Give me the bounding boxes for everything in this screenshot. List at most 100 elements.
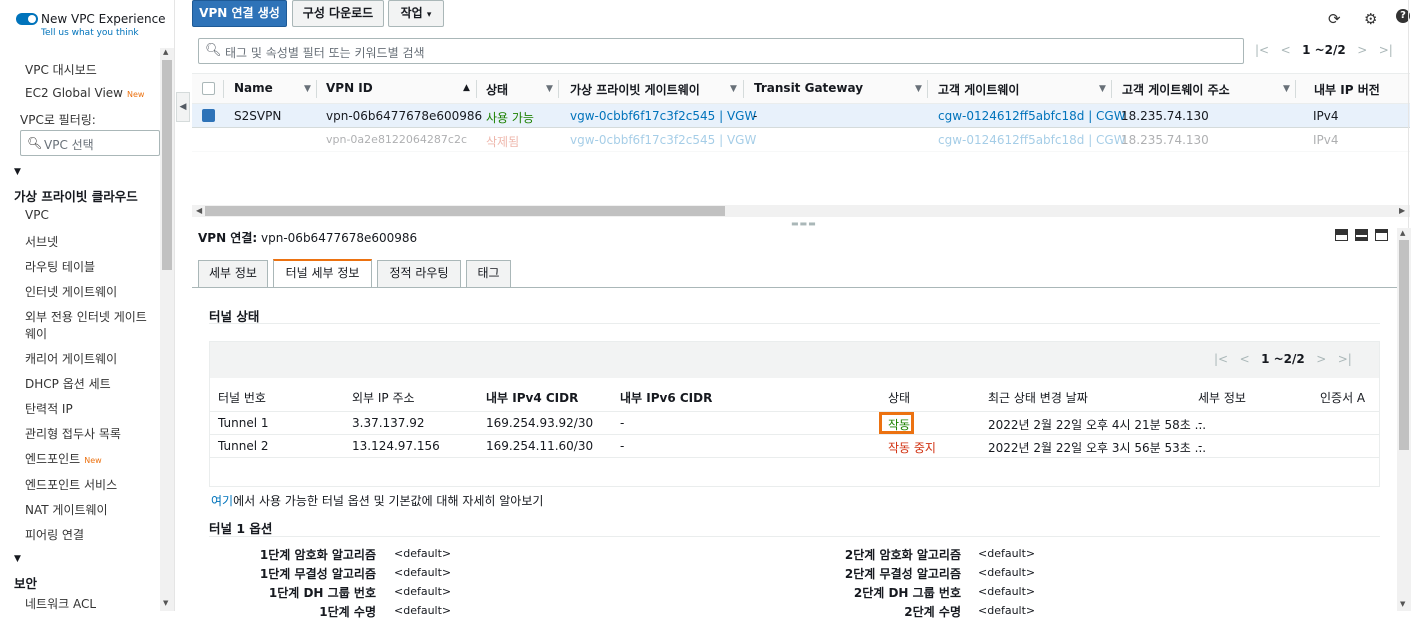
row-cgw-link[interactable]: cgw-0124612ff5abfc18d | CGW bbox=[938, 109, 1126, 123]
experience-feedback-link[interactable]: Tell us what you think bbox=[41, 28, 139, 38]
sidebar-item-egress-igw[interactable]: 외부 전용 인터넷 게이트 bbox=[25, 308, 147, 325]
col-cgw-address-sort-icon[interactable]: ▼ bbox=[1283, 84, 1290, 94]
col-status[interactable]: 상태 bbox=[888, 389, 910, 406]
sidebar-item-nat-gateways[interactable]: NAT 게이트웨이 bbox=[25, 501, 108, 518]
search-input[interactable]: 🔍︎ 태그 및 속성별 필터 또는 키워드별 검색 bbox=[198, 38, 1244, 64]
detail-scroll-thumb[interactable] bbox=[1399, 240, 1409, 450]
sidebar-item-route-tables[interactable]: 라우팅 테이블 bbox=[25, 258, 95, 275]
sidebar-item-carrier-gateways[interactable]: 캐리어 게이트웨이 bbox=[25, 350, 117, 367]
col-cgw-sort-icon[interactable]: ▼ bbox=[1099, 84, 1106, 94]
scroll-down-icon[interactable]: ▼ bbox=[1400, 600, 1405, 608]
prev-page-icon[interactable]: < bbox=[1240, 352, 1250, 366]
col-vpn-id[interactable]: VPN ID bbox=[326, 81, 373, 95]
row-vgw-link[interactable]: vgw-0cbbf6f17c3f2c545 | VGW bbox=[570, 109, 756, 123]
download-config-button[interactable]: 구성 다운로드 bbox=[292, 0, 384, 27]
layout-bottom-icon[interactable] bbox=[1335, 229, 1348, 241]
tab-tags[interactable]: 태그 bbox=[466, 260, 511, 287]
table-row[interactable]: vpn-0a2e8122064287c2c 삭제됨 vgw-0cbbf6f17c… bbox=[192, 128, 1410, 152]
col-tgw-sort-icon[interactable]: ▼ bbox=[915, 84, 922, 94]
sidebar-section-vpc[interactable]: 가상 프라이빗 클라우드 bbox=[14, 186, 138, 205]
sidebar-scroll-thumb[interactable] bbox=[162, 60, 172, 270]
col-cgw[interactable]: 고객 게이트웨이 bbox=[938, 81, 1019, 98]
col-name[interactable]: Name bbox=[234, 81, 273, 95]
first-page-icon[interactable]: |< bbox=[1255, 43, 1269, 57]
row-ip-version: IPv4 bbox=[1313, 109, 1339, 123]
sidebar-item-dhcp-options[interactable]: DHCP 옵션 세트 bbox=[25, 375, 111, 392]
col-name-sort-icon[interactable]: ▼ bbox=[304, 84, 311, 94]
next-page-icon[interactable]: > bbox=[1357, 43, 1367, 57]
create-vpn-button[interactable]: VPN 연결 생성 bbox=[192, 0, 287, 27]
col-cgw-address[interactable]: 고객 게이트웨이 주소 bbox=[1122, 81, 1230, 98]
scroll-right-icon[interactable]: ▶ bbox=[1399, 206, 1405, 215]
last-page-icon[interactable]: >| bbox=[1338, 352, 1352, 366]
tunnel-last-change: 2022년 2월 22일 오후 4시 21분 58초 ... bbox=[988, 418, 1207, 432]
tunnel-pager: |< < 1 ~2/2 > >| bbox=[1214, 352, 1352, 366]
col-inside-ipv4[interactable]: 내부 IPv4 CIDR bbox=[486, 389, 578, 406]
actions-button[interactable]: 작업 ▾ bbox=[388, 0, 444, 27]
col-details[interactable]: 세부 정보 bbox=[1198, 389, 1246, 406]
col-last-change[interactable]: 최근 상태 변경 날짜 bbox=[988, 389, 1088, 406]
sidebar-item-egress-igw-cont[interactable]: 웨이 bbox=[25, 325, 47, 342]
table-row[interactable]: Tunnel 1 3.37.137.92 169.254.93.92/30 - … bbox=[210, 412, 1379, 435]
col-ip-version[interactable]: 내부 IP 버전 bbox=[1314, 81, 1380, 98]
sidebar-item-elastic-ip[interactable]: 탄력적 IP bbox=[25, 400, 73, 417]
layout-full-icon[interactable] bbox=[1375, 229, 1388, 241]
col-vpn-id-sort-icon[interactable]: ▲ bbox=[463, 83, 470, 93]
scroll-up-icon[interactable]: ▲ bbox=[163, 48, 168, 56]
resize-handle[interactable]: ▬▬▬ bbox=[791, 219, 817, 228]
sidebar-section-security[interactable]: 보안 bbox=[14, 573, 37, 592]
sidebar-item-endpoint-services[interactable]: 엔드포인트 서비스 bbox=[25, 476, 117, 493]
sidebar-item-vpc[interactable]: VPC bbox=[25, 208, 49, 222]
page-range: 1 ~2/2 bbox=[1302, 43, 1346, 57]
sidebar-item-endpoints[interactable]: 엔드포인트 New bbox=[25, 450, 102, 467]
first-page-icon[interactable]: |< bbox=[1214, 352, 1228, 366]
col-vgw-sort-icon[interactable]: ▼ bbox=[730, 84, 737, 94]
sidebar-item-peering[interactable]: 피어링 연결 bbox=[25, 526, 84, 543]
tunnel-details: - bbox=[1198, 439, 1203, 453]
collapse-triangle-icon[interactable]: ▼ bbox=[14, 167, 21, 177]
col-certificate[interactable]: 인증서 A bbox=[1320, 389, 1365, 406]
layout-split-icon[interactable] bbox=[1355, 229, 1368, 241]
col-inside-ipv6[interactable]: 내부 IPv6 CIDR bbox=[620, 389, 712, 406]
refresh-icon[interactable]: ⟳ bbox=[1328, 10, 1341, 28]
last-page-icon[interactable]: >| bbox=[1379, 43, 1393, 57]
col-tgw[interactable]: Transit Gateway bbox=[754, 81, 863, 95]
sidebar-item-internet-gateways[interactable]: 인터넷 게이트웨이 bbox=[25, 283, 117, 300]
search-icon: 🔍︎ bbox=[205, 43, 222, 58]
tunnel-inside-ipv6: - bbox=[620, 439, 625, 453]
learn-more-link[interactable]: 여기 bbox=[211, 494, 233, 508]
table-row[interactable]: Tunnel 2 13.124.97.156 169.254.11.60/30 … bbox=[210, 435, 1379, 458]
select-all-checkbox[interactable] bbox=[202, 82, 215, 95]
sidebar-item-network-acl[interactable]: 네트워크 ACL bbox=[25, 595, 96, 611]
gear-icon[interactable]: ⚙ bbox=[1364, 10, 1377, 28]
scroll-up-icon[interactable]: ▲ bbox=[1400, 229, 1405, 237]
tab-tunnel-details[interactable]: 터널 세부 정보 bbox=[273, 259, 372, 287]
col-state[interactable]: 상태 bbox=[486, 81, 508, 98]
next-page-icon[interactable]: > bbox=[1316, 352, 1326, 366]
vpc-filter-select[interactable]: 🔍︎ VPC 선택 bbox=[20, 130, 160, 156]
col-outside-ip[interactable]: 외부 IP 주소 bbox=[352, 389, 415, 406]
sidebar-item-prefix-lists[interactable]: 관리형 접두사 목록 bbox=[25, 425, 121, 442]
tab-static-routes[interactable]: 정적 라우팅 bbox=[377, 260, 461, 287]
sidebar-item-vpc-dashboard[interactable]: VPC 대시보드 bbox=[25, 61, 97, 78]
prev-page-icon[interactable]: < bbox=[1281, 43, 1291, 57]
experience-toggle[interactable] bbox=[16, 13, 38, 25]
collapse-triangle-icon[interactable]: ▼ bbox=[14, 554, 21, 564]
tab-details[interactable]: 세부 정보 bbox=[198, 260, 268, 287]
row-cgw-link[interactable]: cgw-0124612ff5abfc18d | CGW bbox=[938, 133, 1126, 147]
collapse-sidebar-icon[interactable]: ◀ bbox=[176, 92, 190, 122]
row-state: 사용 가능 bbox=[486, 111, 534, 125]
row-tgw: - bbox=[753, 109, 758, 123]
col-vgw[interactable]: 가상 프라이빗 게이트웨이 bbox=[570, 81, 700, 98]
scroll-left-icon[interactable]: ◀ bbox=[196, 206, 202, 215]
tunnel-inside-ipv4: 169.254.11.60/30 bbox=[486, 439, 594, 453]
sidebar-item-ec2-global-view[interactable]: EC2 Global View New bbox=[25, 86, 144, 100]
col-tunnel-number[interactable]: 터널 번호 bbox=[218, 389, 266, 406]
scroll-down-icon[interactable]: ▼ bbox=[163, 599, 168, 607]
table-row[interactable]: S2SVPN vpn-06b6477678e600986 사용 가능 vgw-0… bbox=[192, 104, 1410, 128]
grid-scroll-thumb[interactable] bbox=[205, 206, 725, 216]
row-vgw-link[interactable]: vgw-0cbbf6f17c3f2c545 | VGW bbox=[570, 133, 756, 147]
col-state-sort-icon[interactable]: ▼ bbox=[546, 84, 553, 94]
row-checkbox[interactable] bbox=[202, 109, 215, 122]
sidebar-item-subnets[interactable]: 서브넷 bbox=[25, 233, 58, 250]
